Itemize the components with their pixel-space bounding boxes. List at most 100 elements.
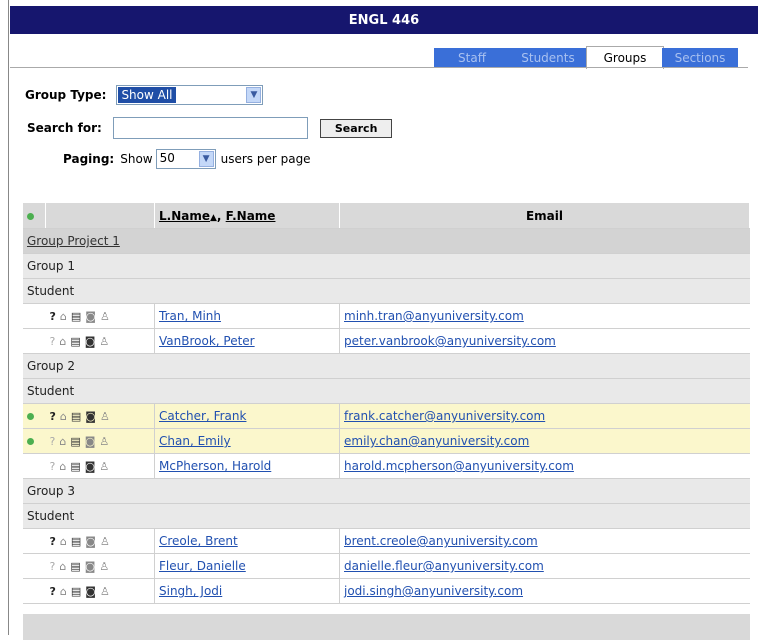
student-email-link[interactable]: frank.catcher@anyuniversity.com [344, 409, 545, 423]
role-row: Student [23, 378, 750, 404]
search-label: Search for: [27, 121, 102, 135]
view-record-icon[interactable]: ▤ [71, 310, 81, 323]
sort-first-name-link[interactable]: F.Name [226, 209, 276, 223]
student-name-link[interactable]: Chan, Emily [159, 434, 231, 448]
select-cell[interactable] [23, 403, 46, 429]
view-record-icon[interactable]: ▤ [70, 335, 80, 348]
student-email-link[interactable]: minh.tran@anyuniversity.com [344, 309, 524, 323]
student-name-link[interactable]: Tran, Minh [159, 309, 221, 323]
student-email-link[interactable]: peter.vanbrook@anyuniversity.com [344, 334, 556, 348]
search-input[interactable] [112, 117, 308, 139]
home-icon[interactable]: ⌂ [59, 335, 66, 348]
help-icon[interactable]: ? [50, 410, 56, 423]
database-icon[interactable]: ◙ [85, 410, 96, 423]
database-icon[interactable]: ◙ [85, 310, 96, 323]
paging-select[interactable]: 50 ▼ [155, 149, 216, 169]
home-icon[interactable]: ⌂ [60, 410, 67, 423]
user-icon[interactable]: ♙ [99, 560, 109, 573]
database-icon[interactable]: ◙ [85, 435, 96, 448]
select-cell[interactable] [23, 553, 46, 579]
table-row: ? ⌂ ▤ ◙ ♙ Tran, Minh minh.tran@anyuniversity.c… [23, 303, 750, 329]
select-cell[interactable] [23, 428, 46, 454]
sort-asc-icon: ▲ [210, 212, 217, 223]
help-icon[interactable]: ? [50, 310, 56, 323]
select-cell[interactable] [23, 303, 46, 329]
help-icon[interactable]: ? [50, 535, 56, 548]
paging-value: 50 [159, 151, 175, 165]
table-row: ? ⌂ ▤ ◙ ♙ Singh, Jodi jodi.singh@anyuniversity… [23, 578, 750, 604]
student-email-link[interactable]: emily.chan@anyuniversity.com [344, 434, 529, 448]
chevron-down-icon: ▼ [198, 151, 214, 167]
select-all-header[interactable] [23, 203, 46, 229]
select-cell[interactable] [23, 528, 46, 554]
user-icon[interactable]: ♙ [99, 460, 109, 473]
actions-header [45, 203, 155, 229]
user-icon[interactable]: ♙ [99, 435, 109, 448]
student-email-link[interactable]: danielle.fleur@anyuniversity.com [344, 559, 544, 573]
help-icon[interactable]: ? [50, 585, 56, 598]
project-row: Group Project 1 [23, 228, 750, 254]
student-name-link[interactable]: Creole, Brent [159, 534, 238, 548]
view-record-icon[interactable]: ▤ [71, 535, 81, 548]
view-record-icon[interactable]: ▤ [71, 410, 81, 423]
user-icon[interactable]: ♙ [100, 410, 110, 423]
group-project-link[interactable]: Group Project 1 [27, 234, 120, 248]
group-row: Group 2 [23, 353, 750, 379]
view-record-icon[interactable]: ▤ [70, 435, 80, 448]
user-icon[interactable]: ♙ [100, 310, 110, 323]
database-icon[interactable]: ◙ [85, 460, 96, 473]
table-row: ? ⌂ ▤ ◙ ♙ Creole, Brent brent.creole@anyuniver… [23, 528, 750, 554]
group-type-select[interactable]: Show All ▼ [116, 85, 264, 105]
paging-label: Paging: [63, 152, 115, 166]
help-icon[interactable]: ? [50, 335, 56, 348]
select-cell[interactable] [23, 578, 46, 604]
home-icon[interactable]: ⌂ [59, 435, 66, 448]
table-footer [23, 614, 750, 640]
student-name-link[interactable]: VanBrook, Peter [159, 334, 255, 348]
home-icon[interactable]: ⌂ [59, 460, 66, 473]
database-icon[interactable]: ◙ [85, 585, 96, 598]
home-icon[interactable]: ⌂ [59, 560, 66, 573]
database-icon[interactable]: ◙ [85, 560, 96, 573]
home-icon[interactable]: ⌂ [60, 535, 67, 548]
tab-staff[interactable]: Staff [434, 48, 511, 68]
view-record-icon[interactable]: ▤ [71, 585, 81, 598]
chevron-down-icon: ▼ [246, 87, 262, 103]
paging-show-text: Show [120, 152, 153, 166]
filter-form: Group Type: Show All ▼ Search for: Searc… [25, 82, 393, 172]
tab-students[interactable]: Students [510, 48, 587, 68]
group-type-value: Show All [118, 87, 176, 103]
student-email-link[interactable]: jodi.singh@anyuniversity.com [344, 584, 523, 598]
student-email-link[interactable]: harold.mcpherson@anyuniversity.com [344, 459, 574, 473]
student-name-link[interactable]: Catcher, Frank [159, 409, 246, 423]
group-name: Group 2 [23, 353, 750, 379]
database-icon[interactable]: ◙ [85, 535, 96, 548]
role-row: Student [23, 278, 750, 304]
view-record-icon[interactable]: ▤ [70, 560, 80, 573]
select-cell[interactable] [23, 328, 46, 354]
select-cell[interactable] [23, 453, 46, 479]
sort-last-name-link[interactable]: L.Name [159, 209, 210, 223]
student-name-link[interactable]: McPherson, Harold [159, 459, 271, 473]
tab-groups[interactable]: Groups [586, 46, 664, 69]
home-icon[interactable]: ⌂ [60, 310, 67, 323]
help-icon[interactable]: ? [50, 560, 56, 573]
student-email-link[interactable]: brent.creole@anyuniversity.com [344, 534, 538, 548]
help-icon[interactable]: ? [50, 435, 56, 448]
search-button[interactable]: Search [319, 118, 393, 138]
tab-sections[interactable]: Sections [662, 48, 739, 68]
student-name-link[interactable]: Fleur, Danielle [159, 559, 246, 573]
user-icon[interactable]: ♙ [99, 335, 109, 348]
status-dot-icon [27, 413, 34, 420]
user-icon[interactable]: ♙ [100, 585, 110, 598]
name-separator: , [216, 208, 222, 223]
user-icon[interactable]: ♙ [100, 535, 110, 548]
view-record-icon[interactable]: ▤ [70, 460, 80, 473]
tab-divider [10, 67, 748, 68]
home-icon[interactable]: ⌂ [60, 585, 67, 598]
course-title-bar: ENGL 446 [10, 6, 758, 34]
course-title: ENGL 446 [348, 12, 420, 28]
database-icon[interactable]: ◙ [85, 335, 96, 348]
help-icon[interactable]: ? [50, 460, 56, 473]
student-name-link[interactable]: Singh, Jodi [159, 584, 222, 598]
